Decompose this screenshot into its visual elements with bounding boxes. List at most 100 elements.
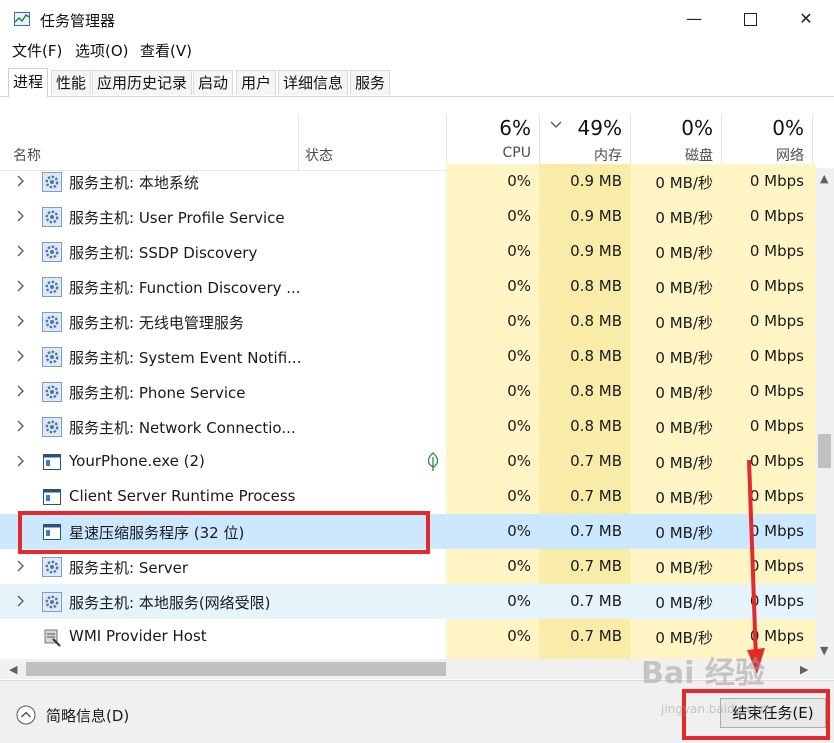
expand-chevron-icon[interactable] <box>16 454 26 468</box>
fewer-details-link[interactable]: 简略信息(D) <box>46 705 129 726</box>
disk-cell: 0 MB/秒 <box>655 419 713 437</box>
disk-cell: 0 MB/秒 <box>655 559 713 577</box>
disk-cell: 0 MB/秒 <box>655 314 713 332</box>
leaf-icon <box>427 452 439 471</box>
collapse-chevron-up-icon[interactable] <box>16 705 36 725</box>
column-memory-header[interactable]: 内存 <box>539 145 622 165</box>
vertical-scroll-thumb[interactable] <box>818 434 831 468</box>
annotation-arrow-icon <box>747 460 765 674</box>
tab-app-history[interactable]: 应用历史记录 <box>92 70 192 95</box>
tab-bar: 进程 性能 应用历史记录 启动 用户 详细信息 服务 <box>0 68 834 97</box>
network-total-percent[interactable]: 0% <box>721 116 804 140</box>
vertical-scrollbar[interactable] <box>816 168 834 659</box>
expand-chevron-icon[interactable] <box>16 384 26 398</box>
process-row[interactable]: 服务主机: System Event Notifi... 0% 0.8 MB 0 MB… <box>0 339 816 374</box>
scroll-right-arrow-icon[interactable]: ▶ <box>800 663 808 676</box>
process-row[interactable]: 服务主机: 无线电管理服务 0% 0.8 MB 0 MB/秒 0 Mbps <box>0 304 816 339</box>
tab-startup[interactable]: 启动 <box>193 70 233 95</box>
expand-chevron-icon[interactable] <box>16 174 26 188</box>
memory-cell: 0.8 MB <box>570 312 622 330</box>
menu-options[interactable]: 选项(O) <box>75 40 129 61</box>
expand-chevron-icon[interactable] <box>16 419 26 433</box>
expand-chevron-icon[interactable] <box>16 594 26 608</box>
expand-chevron-icon[interactable] <box>16 314 26 328</box>
expand-chevron-icon[interactable] <box>16 209 26 223</box>
process-row[interactable]: 服务主机: 本地系统 0% 0.9 MB 0 MB/秒 0 Mbps <box>0 164 816 199</box>
process-name: 服务主机: 无线电管理服务 <box>69 314 244 332</box>
process-row[interactable]: 服务主机: User Profile Service 0% 0.9 MB 0 MB/秒… <box>0 199 816 234</box>
cpu-cell: 0% <box>507 417 531 435</box>
gear-icon <box>42 417 62 437</box>
process-name: 服务主机: Network Connectio... <box>69 419 296 437</box>
scroll-down-arrow-icon[interactable]: ▼ <box>820 644 828 657</box>
expand-chevron-icon[interactable] <box>16 279 26 293</box>
expand-chevron-icon[interactable] <box>16 349 26 363</box>
process-row[interactable]: YourPhone.exe (2) 0% 0.7 MB 0 MB/秒 0 Mbps <box>0 444 816 479</box>
scroll-left-arrow-icon[interactable]: ◀ <box>9 663 17 676</box>
memory-cell: 0.8 MB <box>570 347 622 365</box>
cpu-cell: 0% <box>507 277 531 295</box>
disk-cell: 0 MB/秒 <box>655 594 713 612</box>
process-name: WMI Provider Host <box>69 627 207 645</box>
minimize-button[interactable]: — <box>666 0 722 38</box>
gear-icon <box>42 207 62 227</box>
expand-chevron-icon[interactable] <box>16 244 26 258</box>
tab-users[interactable]: 用户 <box>236 70 276 95</box>
memory-cell: 0.7 MB <box>570 627 622 645</box>
maximize-button[interactable] <box>722 0 778 38</box>
memory-cell: 0.9 MB <box>570 172 622 190</box>
column-name-header[interactable]: 名称 <box>13 145 41 165</box>
network-cell: 0 Mbps <box>749 347 804 365</box>
disk-cell: 0 MB/秒 <box>655 524 713 542</box>
close-button[interactable]: ✕ <box>778 0 834 38</box>
tab-services[interactable]: 服务 <box>350 70 390 95</box>
tab-details[interactable]: 详细信息 <box>278 70 348 95</box>
tab-performance[interactable]: 性能 <box>51 70 91 95</box>
cpu-cell: 0% <box>507 487 531 505</box>
cpu-cell: 0% <box>507 207 531 225</box>
memory-cell: 0.9 MB <box>570 207 622 225</box>
menu-view[interactable]: 查看(V) <box>140 40 192 61</box>
menu-file[interactable]: 文件(F) <box>12 40 62 61</box>
gear-icon <box>42 592 62 612</box>
process-row[interactable]: Client Server Runtime Process 0% 0.7 MB 0 M… <box>0 479 816 514</box>
disk-total-percent[interactable]: 0% <box>630 116 713 140</box>
memory-cell: 0.7 MB <box>570 452 622 470</box>
process-name: 服务主机: User Profile Service <box>69 209 285 227</box>
cpu-total-percent[interactable]: 6% <box>446 116 531 140</box>
cpu-cell: 0% <box>507 382 531 400</box>
cpu-cell: 0% <box>507 172 531 190</box>
tab-processes[interactable]: 进程 <box>8 68 48 97</box>
memory-total-percent[interactable]: 49% <box>539 116 622 140</box>
process-row[interactable]: 服务主机: SSDP Discovery 0% 0.9 MB 0 MB/秒 0 Mbps <box>0 234 816 269</box>
process-row[interactable]: 服务主机: Phone Service 0% 0.8 MB 0 MB/秒 0 Mbps <box>0 374 816 409</box>
column-cpu-header[interactable]: CPU <box>446 145 531 161</box>
column-status-header[interactable]: 状态 <box>305 145 333 165</box>
process-row[interactable]: 服务主机: Function Discovery ... 0% 0.8 MB 0 MB… <box>0 269 816 304</box>
expand-chevron-icon[interactable] <box>16 559 26 573</box>
process-name: 服务主机: Phone Service <box>69 384 246 402</box>
column-separator <box>298 114 299 170</box>
column-disk-header[interactable]: 磁盘 <box>630 145 713 165</box>
highlight-box-selected-process <box>18 511 430 554</box>
memory-cell: 0.7 MB <box>570 487 622 505</box>
cpu-cell: 0% <box>507 452 531 470</box>
baidu-watermark-url: jingyan.baidu.com <box>661 702 772 716</box>
cpu-cell: 0% <box>507 347 531 365</box>
process-row[interactable]: 服务主机: 本地服务(网络受限) 0% 0.7 MB 0 MB/秒 0 Mbps <box>0 584 816 619</box>
process-row[interactable]: 服务主机: Server 0% 0.7 MB 0 MB/秒 0 Mbps <box>0 549 816 584</box>
process-row[interactable]: 服务主机: Network Connectio... 0% 0.8 MB 0 MB/秒… <box>0 409 816 444</box>
wmi-icon <box>44 629 61 647</box>
column-network-header[interactable]: 网络 <box>721 145 804 165</box>
network-cell: 0 Mbps <box>749 242 804 260</box>
disk-cell: 0 MB/秒 <box>655 454 713 472</box>
cpu-cell: 0% <box>507 312 531 330</box>
horizontal-scroll-thumb[interactable] <box>26 662 446 676</box>
process-name: 服务主机: SSDP Discovery <box>69 244 258 262</box>
memory-cell: 0.8 MB <box>570 277 622 295</box>
disk-cell: 0 MB/秒 <box>655 384 713 402</box>
disk-cell: 0 MB/秒 <box>655 174 713 192</box>
scroll-up-arrow-icon[interactable]: ▲ <box>820 172 828 185</box>
column-header: 名称 状态 6% CPU 49% 内存 0% 磁盘 0% 网络 <box>0 114 834 171</box>
network-cell: 0 Mbps <box>749 312 804 330</box>
